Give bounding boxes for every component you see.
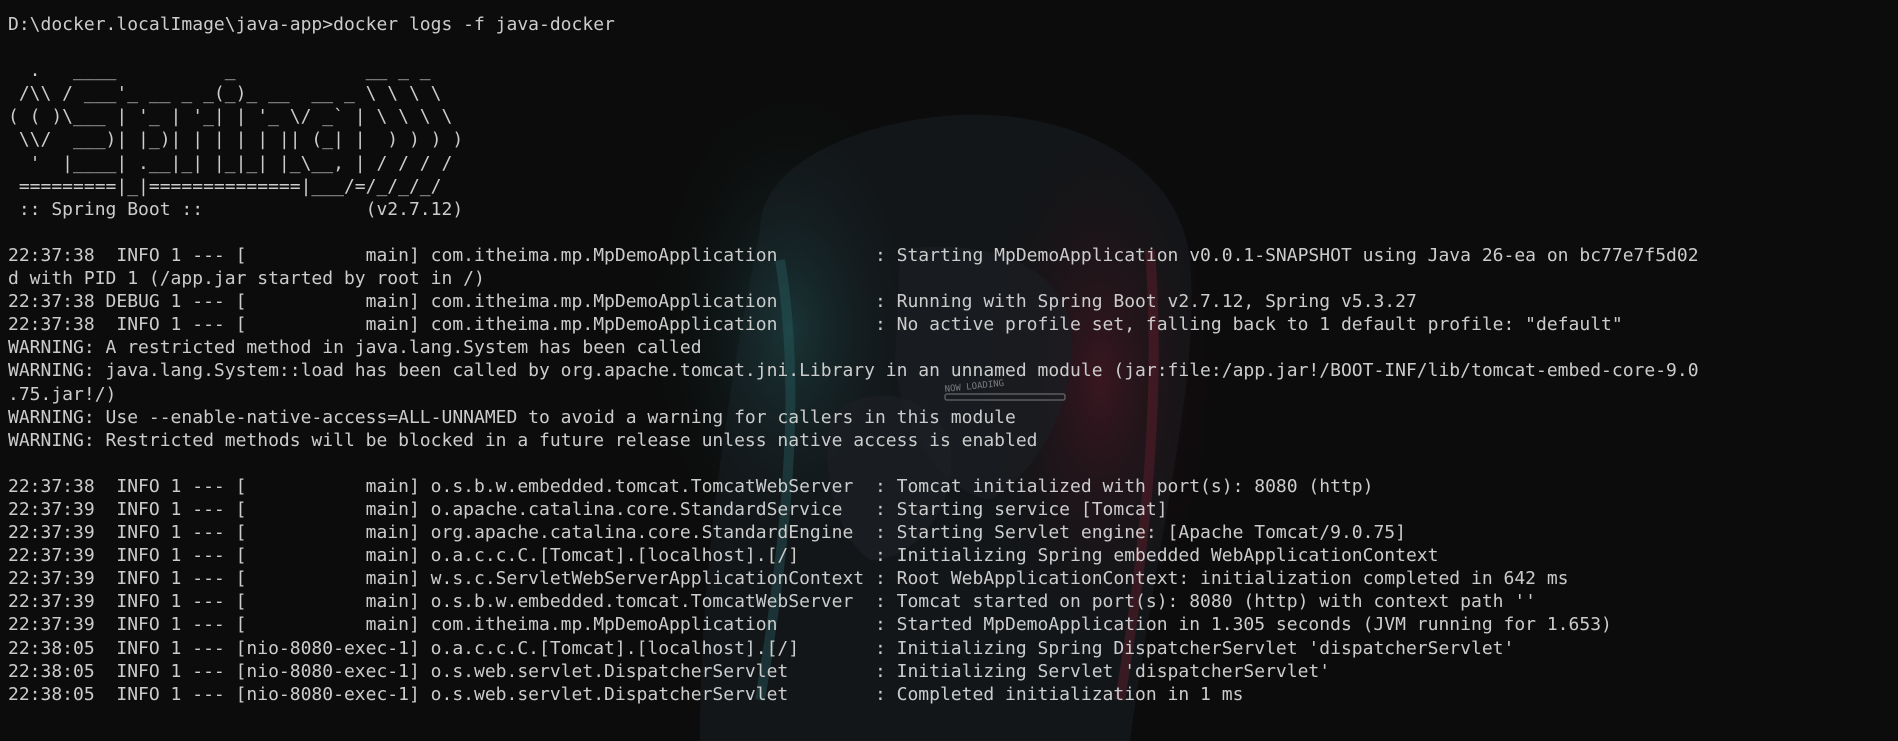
terminal-output[interactable]: D:\docker.localImage\java-app>docker log… xyxy=(8,13,1699,706)
terminal-line: . ____ _ __ _ _ xyxy=(8,60,431,82)
terminal-line: 22:37:39 INFO 1 --- [ main] org.apache.c… xyxy=(8,522,1406,544)
terminal-line: WARNING: Use --enable-native-access=ALL-… xyxy=(8,406,1016,428)
terminal-line: \\/ ___)| |_)| | | | | || (_| | ) ) ) ) xyxy=(8,129,464,151)
terminal-line: ( ( )\___ | '_ | '_| | '_ \/ _` | \ \ \ … xyxy=(8,106,453,128)
terminal-line: 22:38:05 INFO 1 --- [nio-8080-exec-1] o.… xyxy=(8,637,1515,659)
terminal-line: 22:37:38 DEBUG 1 --- [ main] com.itheima… xyxy=(8,291,1417,313)
terminal-line: ' |____| .__|_| |_|_| |_\__, | / / / / xyxy=(8,152,453,174)
terminal-line: 22:37:39 INFO 1 --- [ main] w.s.c.Servle… xyxy=(8,568,1569,590)
terminal-line: 22:37:38 INFO 1 --- [ main] com.itheima.… xyxy=(8,314,1623,336)
terminal-line: 22:38:05 INFO 1 --- [nio-8080-exec-1] o.… xyxy=(8,660,1331,682)
terminal-line: d with PID 1 (/app.jar started by root i… xyxy=(8,268,485,290)
terminal-line: 22:37:39 INFO 1 --- [ main] o.apache.cat… xyxy=(8,498,1168,520)
terminal-line: WARNING: java.lang.System::load has been… xyxy=(8,360,1699,382)
terminal-line: 22:37:39 INFO 1 --- [ main] com.itheima.… xyxy=(8,614,1612,636)
terminal-line: .75.jar!/) xyxy=(8,383,117,405)
terminal-line: WARNING: Restricted methods will be bloc… xyxy=(8,429,1038,451)
terminal-window[interactable]: NOW LOADING D:\docker.localImage\java-ap… xyxy=(0,0,1898,741)
terminal-line: WARNING: A restricted method in java.lan… xyxy=(8,337,702,359)
terminal-line: 22:37:38 INFO 1 --- [ main] com.itheima.… xyxy=(8,244,1699,266)
terminal-line: =========|_|==============|___/=/_/_/_/ xyxy=(8,175,442,197)
terminal-line: 22:38:05 INFO 1 --- [nio-8080-exec-1] o.… xyxy=(8,683,1244,705)
terminal-line: 22:37:39 INFO 1 --- [ main] o.a.c.c.C.[T… xyxy=(8,545,1439,567)
command-prompt-line: D:\docker.localImage\java-app>docker log… xyxy=(8,14,615,35)
terminal-line: 22:37:39 INFO 1 --- [ main] o.s.b.w.embe… xyxy=(8,591,1537,613)
terminal-line: /\\ / ___'_ __ _ _(_)_ __ __ _ \ \ \ \ xyxy=(8,83,442,105)
terminal-line: :: Spring Boot :: (v2.7.12) xyxy=(8,198,464,220)
terminal-line: 22:37:38 INFO 1 --- [ main] o.s.b.w.embe… xyxy=(8,475,1374,497)
